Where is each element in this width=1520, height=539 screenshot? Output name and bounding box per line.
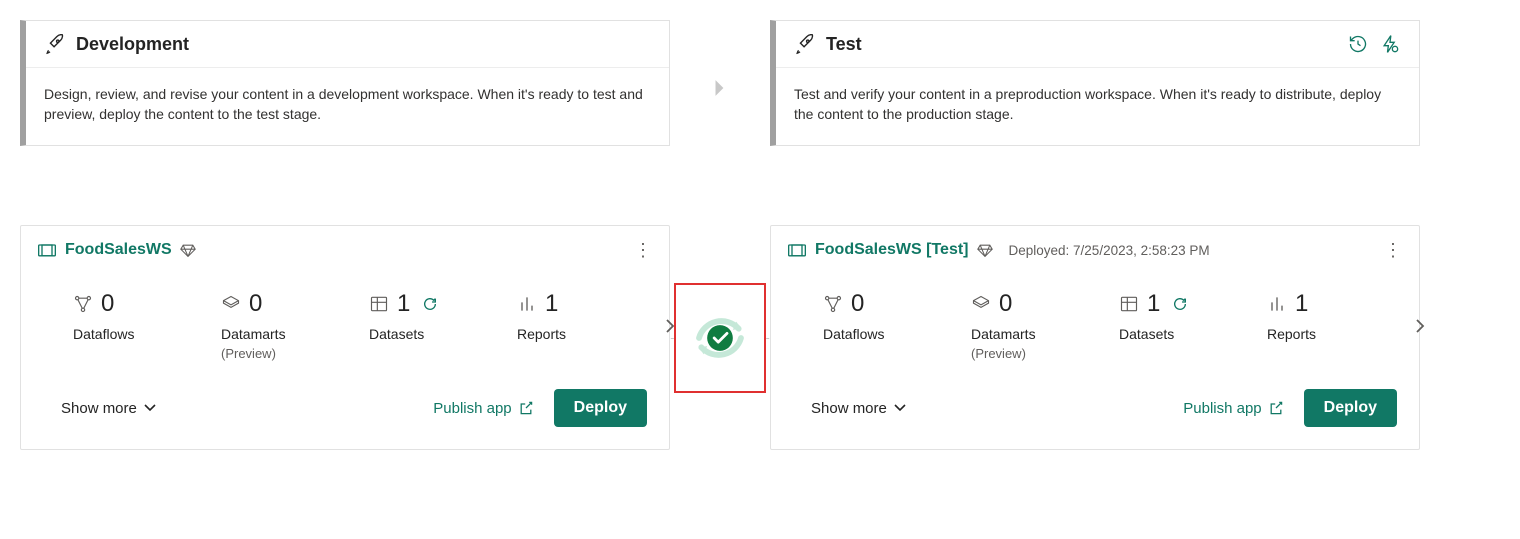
stage-description: Design, review, and revise your content … [26,68,669,145]
show-more-label: Show more [811,400,887,417]
stage-title: Test [826,34,1337,55]
metric-value: 0 [999,290,1012,318]
chevron-right-icon[interactable] [1415,318,1425,334]
stage-description: Test and verify your content in a prepro… [776,68,1419,145]
chevron-down-icon [143,403,157,413]
metric-datamarts: 0 Datamarts (Preview) [971,290,1061,361]
workspace-name[interactable]: FoodSalesWS [65,241,172,259]
history-icon[interactable] [1347,33,1369,55]
metric-label: Reports [517,326,607,342]
stage-header-test: Test Test and verify your content in a p… [770,20,1420,146]
workspace-name[interactable]: FoodSalesWS [Test] [815,241,969,259]
workspace-card-dev: FoodSalesWS ⋮ 0 Dataflows [20,225,670,450]
diamond-icon [977,242,993,258]
deploy-button[interactable]: Deploy [554,389,647,427]
lightning-settings-icon[interactable] [1379,33,1401,55]
metric-label: Reports [1267,326,1357,342]
metric-label: Datamarts [221,326,311,342]
diamond-icon [180,242,196,258]
datamart-icon [971,294,991,314]
stage-title: Development [76,34,651,55]
dataflow-icon [823,294,843,314]
metric-dataflows: 0 Dataflows [73,290,163,342]
metric-sublabel: (Preview) [971,346,1061,361]
metric-sublabel: (Preview) [221,346,311,361]
chevron-down-icon [893,403,907,413]
rocket-icon [794,33,816,55]
more-icon[interactable]: ⋮ [633,240,653,260]
publish-app-label: Publish app [1183,400,1261,417]
metric-dataflows: 0 Dataflows [823,290,913,342]
open-new-window-icon [518,400,534,416]
metric-value: 1 [397,290,410,318]
publish-app-button[interactable]: Publish app [1183,400,1283,417]
dataflow-icon [73,294,93,314]
publish-app-label: Publish app [433,400,511,417]
metric-value: 1 [1147,290,1160,318]
deployed-timestamp: Deployed: 7/25/2023, 2:58:23 PM [1009,243,1210,258]
metric-value: 1 [1295,290,1308,318]
metric-reports: 1 Reports [1267,290,1357,342]
workspace-icon [37,242,57,258]
datamart-icon [221,294,241,314]
workspace-icon [787,242,807,258]
metric-datasets: 1 Datasets [369,290,459,342]
chevron-right-icon [713,79,727,97]
metric-value: 0 [101,290,114,318]
metric-label: Dataflows [73,326,163,342]
report-icon [1267,294,1287,314]
metric-value: 1 [545,290,558,318]
stage-header-development: Development Design, review, and revise y… [20,20,670,146]
metric-label: Dataflows [823,326,913,342]
refresh-icon[interactable] [422,296,438,312]
dataset-icon [1119,294,1139,314]
rocket-icon [44,33,66,55]
show-more-button[interactable]: Show more [811,400,907,417]
show-more-label: Show more [61,400,137,417]
dataset-icon [369,294,389,314]
metric-label: Datasets [369,326,459,342]
report-icon [517,294,537,314]
metric-value: 0 [851,290,864,318]
compare-status-highlighted [674,283,766,393]
metric-label: Datamarts [971,326,1061,342]
publish-app-button[interactable]: Publish app [433,400,533,417]
metric-datasets: 1 Datasets [1119,290,1209,342]
deploy-button[interactable]: Deploy [1304,389,1397,427]
workspace-card-test: FoodSalesWS [Test] Deployed: 7/25/2023, … [770,225,1420,450]
show-more-button[interactable]: Show more [61,400,157,417]
metric-datamarts: 0 Datamarts (Preview) [221,290,311,361]
metric-label: Datasets [1119,326,1209,342]
metric-value: 0 [249,290,262,318]
metric-reports: 1 Reports [517,290,607,342]
open-new-window-icon [1268,400,1284,416]
more-icon[interactable]: ⋮ [1383,240,1403,260]
refresh-icon[interactable] [1172,296,1188,312]
